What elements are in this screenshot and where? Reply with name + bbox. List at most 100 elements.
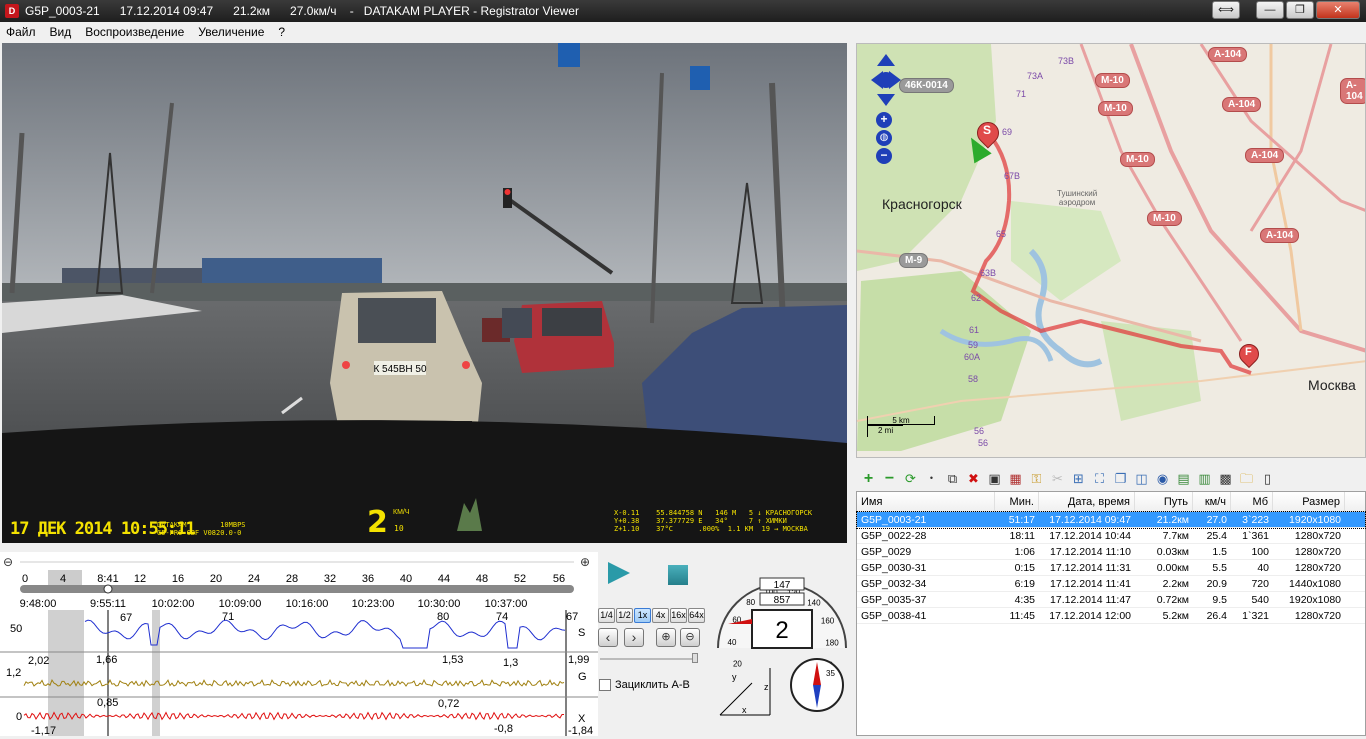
volume-slider[interactable] xyxy=(600,658,698,660)
map-icon[interactable]: ▤ xyxy=(1175,470,1192,487)
map-pan-control[interactable] xyxy=(871,54,901,106)
cut-icon[interactable]: ✂ xyxy=(1049,470,1066,487)
table-cell: 1:06 xyxy=(1014,546,1035,558)
menu-playback[interactable]: Воспроизведение xyxy=(85,25,184,39)
file-list-header: Имя Мин. Дата, время Путь км/ч Мб Размер xyxy=(857,492,1365,512)
table-cell: 17.12.2014 11:31 xyxy=(1050,562,1131,574)
frame-add-icon[interactable]: ⊞ xyxy=(1070,470,1087,487)
map-view[interactable]: Красногорск Москва Тушинский аэродром 46… xyxy=(856,43,1366,458)
route-number: 63B xyxy=(980,268,997,278)
delete-icon[interactable]: ✖ xyxy=(965,470,982,487)
maximize-button[interactable]: ❐ xyxy=(1286,1,1314,19)
x-series-label: X xyxy=(578,713,586,725)
axis-y-label: y xyxy=(732,672,737,682)
col-resolution[interactable]: Размер xyxy=(1273,492,1345,511)
table-cell: 0.00км xyxy=(1156,562,1189,574)
menu-zoom[interactable]: Увеличение xyxy=(198,25,264,39)
playback-rate-button[interactable]: 1/4 xyxy=(598,608,615,623)
table-cell: 4:35 xyxy=(1014,594,1035,606)
menu-file[interactable]: Файл xyxy=(6,25,36,39)
save-icon[interactable]: ▣ xyxy=(986,470,1003,487)
minute-label: 4 xyxy=(60,573,66,585)
table-cell: 1920x1080 xyxy=(1289,514,1341,526)
col-mb[interactable]: Мб xyxy=(1231,492,1273,511)
globe-icon[interactable]: ◉ xyxy=(1154,470,1171,487)
remove-icon[interactable]: − xyxy=(881,470,898,487)
video-frame[interactable]: К 545ВН 50 17 ДЕК 2014 10:55:11 DATAKAM … xyxy=(2,43,847,543)
road-badge: A-104 xyxy=(1340,78,1365,104)
film-icon[interactable]: ▩ xyxy=(1217,470,1234,487)
table-row[interactable]: G5P_0022-28 18:11 17.12.2014 10:44 7.7км 25.… xyxy=(857,528,1365,544)
table-cell: 0.72км xyxy=(1156,594,1189,606)
next-frame-button[interactable]: › xyxy=(624,628,644,647)
playback-rate-button[interactable]: 1/2 xyxy=(616,608,633,623)
table-row[interactable]: G5P_0035-37 4:35 17.12.2014 11:47 0.72км 9.5… xyxy=(857,592,1365,608)
table-cell: G5P_0035-37 xyxy=(861,594,927,606)
fullscreen-button[interactable]: ⟺ xyxy=(1212,1,1240,19)
peak-label: 71 xyxy=(222,611,234,623)
table-row[interactable]: G5P_0032-34 6:19 17.12.2014 11:41 2.2км 20.9… xyxy=(857,576,1365,592)
table-cell: 1280x720 xyxy=(1294,546,1341,558)
menu-help[interactable]: ? xyxy=(278,25,285,39)
col-minutes[interactable]: Мин. xyxy=(995,492,1039,511)
map-zoom-out-button[interactable]: − xyxy=(876,148,892,164)
globe-icon[interactable]: ◍ xyxy=(876,130,892,146)
table-cell: G5P_0038-41 xyxy=(861,610,927,622)
table-row[interactable]: G5P_0003-21 51:17 17.12.2014 09:47 21.2км 27… xyxy=(856,511,1366,529)
table-row[interactable]: G5P_0038-41 11:45 17.12.2014 12:00 5.2км 26.… xyxy=(857,608,1365,624)
refresh-icon[interactable]: ⟳ xyxy=(902,470,919,487)
table-cell: 51:17 xyxy=(1008,514,1035,526)
road-badge: A-104 xyxy=(1260,228,1300,243)
window-title: G5P_0003-21 17.12.2014 09:47 21.2км 27.0… xyxy=(25,4,579,18)
route-number: 60A xyxy=(964,352,981,362)
table-cell: 2.2км xyxy=(1162,578,1189,590)
loop-ab-check[interactable] xyxy=(599,679,611,691)
col-name[interactable]: Имя xyxy=(857,492,995,511)
table-cell: 20.9 xyxy=(1206,578,1227,590)
col-speed[interactable]: км/ч xyxy=(1193,492,1231,511)
road-sign xyxy=(558,43,580,67)
table-cell: G5P_0030-31 xyxy=(861,562,927,574)
g-series-label: G xyxy=(578,671,587,683)
loop-ab-checkbox[interactable]: Зациклить A-B xyxy=(599,679,690,691)
export-icon[interactable]: ▦ xyxy=(1007,470,1024,487)
key-icon[interactable]: ⚿ xyxy=(1028,470,1045,487)
loop-ab-label: Зациклить A-B xyxy=(615,679,690,691)
playback-rate-button[interactable]: 64x xyxy=(688,608,705,623)
table-cell: 1440x1080 xyxy=(1289,578,1341,590)
playback-rate-button[interactable]: 1x xyxy=(634,608,651,623)
folder-icon[interactable]: 🗀 xyxy=(1238,470,1255,487)
playback-rate-button[interactable]: 4x xyxy=(652,608,669,623)
map-photo-icon[interactable]: ▥ xyxy=(1196,470,1213,487)
document-icon[interactable]: ▯ xyxy=(1259,470,1276,487)
col-distance[interactable]: Путь xyxy=(1135,492,1193,511)
table-cell: 3`223 xyxy=(1242,514,1269,526)
table-cell: 18:11 xyxy=(1009,530,1036,542)
road-badge: A-104 xyxy=(1222,97,1262,112)
copy-icon[interactable]: ⧉ xyxy=(944,470,961,487)
road-badge: A-104 xyxy=(1208,47,1248,62)
zoom-in-graph-button[interactable]: ⊕ xyxy=(656,628,676,647)
map-zoom-in-button[interactable]: + xyxy=(876,112,892,128)
close-button[interactable]: ✕ xyxy=(1316,1,1360,19)
prev-frame-button[interactable]: ‹ xyxy=(598,628,618,647)
fit-icon[interactable]: ⛶ xyxy=(1091,470,1108,487)
telemetry-graphs[interactable]: ⊖ ⊕ 0 4 8:41 12 16 20 24 28 32 36 40 44 48 52 56 9:48:00 9… xyxy=(0,552,598,737)
minimize-button[interactable]: — xyxy=(1256,1,1284,19)
col-datetime[interactable]: Дата, время xyxy=(1039,492,1135,511)
table-row[interactable]: G5P_0030-31 0:15 17.12.2014 11:31 0.00км 5.5… xyxy=(857,560,1365,576)
peak-label: -0,8 xyxy=(494,723,513,735)
compass-value: 35 xyxy=(826,669,835,678)
layers-icon[interactable]: ◫ xyxy=(1133,470,1150,487)
play-button[interactable] xyxy=(608,562,630,584)
playback-rate-button[interactable]: 16x xyxy=(670,608,687,623)
stop-button[interactable] xyxy=(668,565,688,585)
menu-view[interactable]: Вид xyxy=(50,25,72,39)
add-icon[interactable]: + xyxy=(860,470,877,487)
window-icon[interactable]: ❐ xyxy=(1112,470,1129,487)
table-cell: 11:45 xyxy=(1009,610,1036,622)
volume-slider-handle[interactable] xyxy=(692,653,698,663)
route-number: 59 xyxy=(968,340,979,350)
zoom-out-graph-button[interactable]: ⊖ xyxy=(680,628,700,647)
table-row[interactable]: G5P_0029 1:06 17.12.2014 11:10 0.03км 1.5 100… xyxy=(857,544,1365,560)
